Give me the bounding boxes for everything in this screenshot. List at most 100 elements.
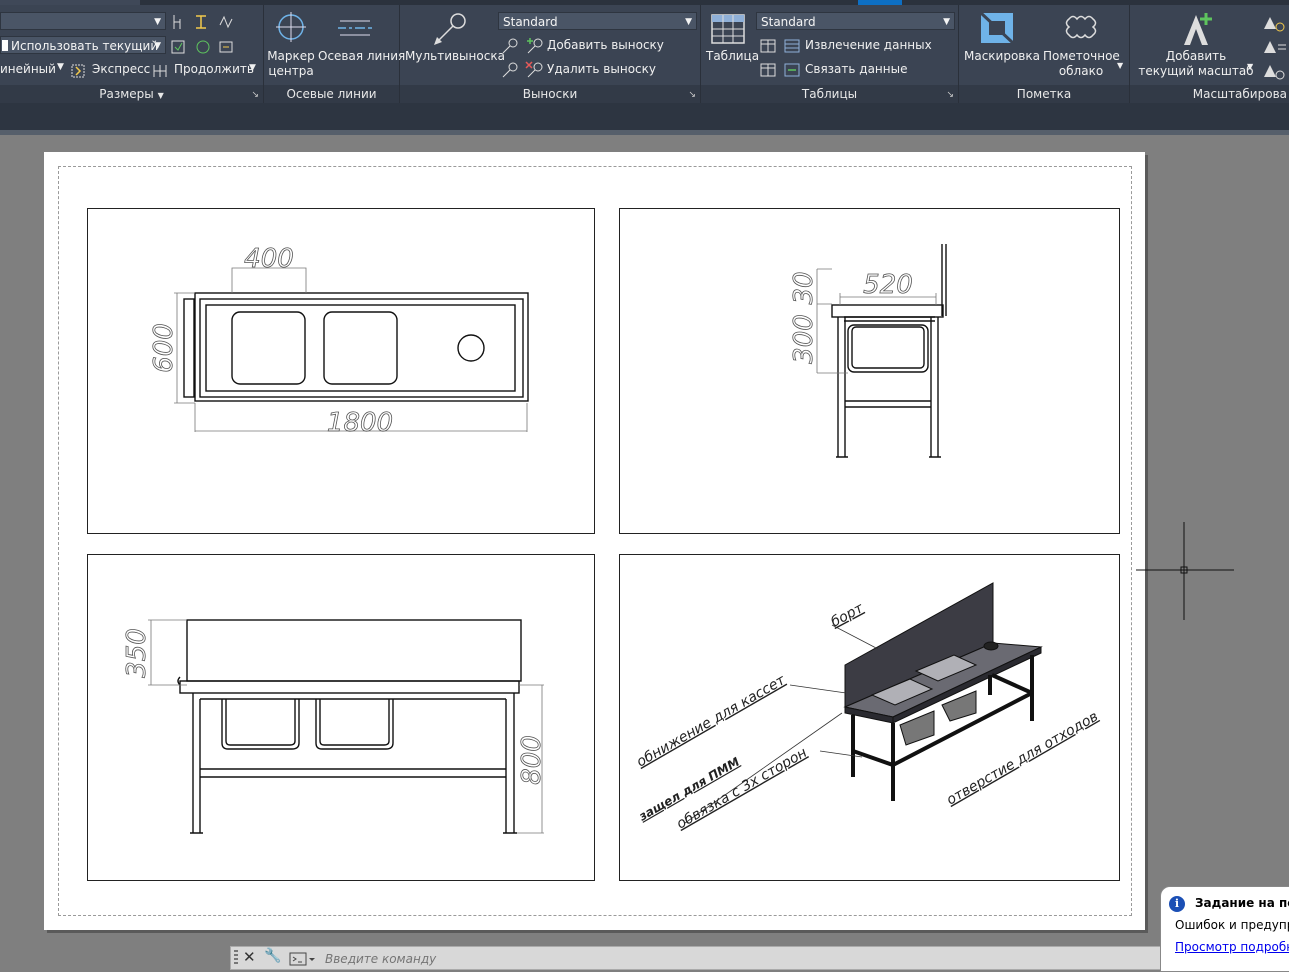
ribbon: ▼ Использовать текущий ▼ инейный ▼ Экспр… bbox=[0, 0, 1289, 103]
dim-1800-label: 1800 bbox=[327, 408, 393, 438]
chevron-down-icon: ▼ bbox=[943, 17, 950, 27]
centerlines-panel: Маркер центра Осевая линия Осевые линии bbox=[264, 5, 405, 103]
chevron-down-icon: ▼ bbox=[154, 41, 161, 51]
remove-leader-button[interactable]: Удалить выноску bbox=[547, 62, 656, 76]
scale-list-icon bbox=[1264, 41, 1286, 53]
markup-panel-title[interactable]: Пометка bbox=[959, 85, 1129, 103]
multileader-button[interactable]: Мультивыноска bbox=[405, 49, 505, 63]
dim-600-label: 600 bbox=[149, 323, 179, 373]
iso-label-cassette: обнижение для кассет bbox=[634, 672, 789, 771]
wrench-icon[interactable]: 🔧 bbox=[264, 948, 281, 964]
express-dimension-button[interactable]: Экспресс bbox=[92, 62, 150, 76]
table-style-dropdown[interactable]: Standard ▼ bbox=[756, 12, 955, 30]
viewport-top-view[interactable]: 400 1800 600 bbox=[87, 208, 595, 534]
centerline-icon bbox=[338, 20, 372, 36]
break-dimension-icon bbox=[196, 15, 206, 29]
multileader-icon bbox=[434, 13, 466, 45]
table-style-value: Standard bbox=[761, 15, 816, 29]
chevron-down-icon[interactable]: ▼ bbox=[57, 62, 64, 72]
align-leader-icon[interactable] bbox=[500, 61, 520, 79]
leaders-panel-title[interactable]: Выноски bbox=[400, 85, 700, 103]
chevron-down-icon[interactable]: ▼ bbox=[1247, 62, 1253, 71]
command-line: ✕ 🔧 bbox=[230, 946, 1172, 970]
centerlines-panel-title[interactable]: Осевые линии bbox=[264, 85, 399, 103]
dim-400-label: 400 bbox=[244, 244, 294, 274]
viewport-front-view[interactable]: 350 800 bbox=[87, 554, 595, 881]
multileader-style-dropdown[interactable]: Standard ▼ bbox=[498, 12, 697, 30]
panel-launcher-icon[interactable]: ↘ bbox=[688, 90, 696, 100]
viewport-divider bbox=[0, 130, 1289, 135]
front-view-drawing: 350 800 bbox=[122, 619, 547, 834]
chevron-down-icon[interactable]: ▼ bbox=[249, 63, 256, 73]
wipeout-button[interactable]: Маскировка bbox=[964, 49, 1040, 63]
continue-dimension-button[interactable]: Продолжить bbox=[174, 62, 254, 76]
link-data-icon bbox=[784, 63, 800, 77]
iso-waste-hole bbox=[983, 641, 999, 651]
dimension-tools-row1[interactable] bbox=[170, 13, 260, 31]
table-icon bbox=[711, 14, 745, 44]
revision-cloud-button[interactable]: Пометочное облако bbox=[1043, 49, 1120, 79]
close-icon[interactable]: ✕ bbox=[243, 948, 256, 966]
waste-hole bbox=[457, 334, 485, 362]
viewport-side-view[interactable]: 520 30 300 bbox=[619, 208, 1120, 534]
sink-bowl bbox=[323, 311, 398, 385]
sync-scale-icon bbox=[1264, 17, 1285, 32]
link-data-button[interactable]: Связать данные bbox=[805, 62, 907, 76]
front-backsplash bbox=[186, 619, 522, 682]
top-view-drawing: 400 1800 600 bbox=[149, 244, 529, 438]
leaders-panel: Мультивыноска Standard ▼ Добавить выноск… bbox=[400, 5, 701, 103]
add-current-scale-button[interactable]: Добавить текущий масштаб bbox=[1135, 49, 1257, 79]
notification-title: Задание на печа bbox=[1195, 896, 1289, 910]
dimensions-panel-title[interactable]: Размеры ▼ bbox=[0, 85, 263, 103]
table-tool-icon[interactable] bbox=[759, 37, 779, 55]
chevron-down-icon: ▼ bbox=[157, 91, 164, 100]
dimension-layer-dropdown[interactable]: Использовать текущий ▼ bbox=[0, 36, 166, 54]
annotation-scaling-panel-title[interactable]: Масштабирова bbox=[1130, 85, 1289, 103]
dim-520-label: 520 bbox=[863, 270, 913, 300]
data-extraction-button[interactable]: Извлечение данных bbox=[805, 38, 932, 52]
isometric-view-drawing: борт обнижение для кассет защел для ПММ … bbox=[634, 582, 1101, 832]
panel-launcher-icon[interactable]: ↘ bbox=[251, 90, 259, 100]
dim-800-label: 800 bbox=[517, 735, 547, 785]
chevron-down-icon: ▼ bbox=[154, 17, 161, 27]
command-prompt-icon[interactable] bbox=[289, 951, 317, 967]
dimension-style-dropdown[interactable]: ▼ bbox=[0, 12, 166, 30]
inspect-icon bbox=[171, 40, 185, 54]
dim-30-label: 30 bbox=[789, 271, 819, 304]
side-sink-bowl bbox=[847, 324, 929, 373]
sink-bowl bbox=[231, 311, 306, 385]
add-scale-icon bbox=[1184, 13, 1212, 45]
viewport-isometric-view[interactable]: борт обнижение для кассет защел для ПММ … bbox=[619, 554, 1120, 881]
jog-line-icon bbox=[219, 15, 233, 29]
dimensions-panel: ▼ Использовать текущий ▼ инейный ▼ Экспр… bbox=[0, 5, 264, 103]
front-tabletop bbox=[179, 680, 520, 694]
plot-job-notification[interactable]: i Задание на печа Ошибок и предупре Прос… bbox=[1160, 886, 1289, 972]
scale-tools-column[interactable] bbox=[1260, 15, 1289, 85]
side-view-drawing: 520 30 300 bbox=[789, 244, 947, 458]
file-tabs-bar bbox=[0, 103, 1289, 130]
add-leader-icon bbox=[527, 38, 543, 54]
dimension-tools-row2[interactable] bbox=[170, 38, 260, 56]
crosshair-cursor-icon bbox=[1136, 522, 1234, 620]
linear-dimension-button[interactable]: инейный bbox=[0, 62, 56, 76]
chevron-down-icon[interactable]: ▼ bbox=[1117, 61, 1123, 70]
iso-label-hole: отверстие для отходов bbox=[944, 709, 1101, 809]
tables-panel-title[interactable]: Таблицы bbox=[701, 85, 958, 103]
grip-handle-icon[interactable] bbox=[234, 950, 238, 966]
table-button[interactable]: Таблица bbox=[706, 49, 759, 63]
leader-extra-icon[interactable] bbox=[500, 37, 520, 55]
wipeout-icon bbox=[979, 11, 1015, 45]
center-mark-button[interactable]: Маркер центра bbox=[264, 49, 318, 79]
panel-launcher-icon[interactable]: ↘ bbox=[946, 90, 954, 100]
table-top-outline bbox=[194, 292, 529, 402]
table-export-icon[interactable] bbox=[759, 61, 779, 79]
annotation-scaling-panel: Добавить текущий масштаб ▼ Масштабирова bbox=[1130, 5, 1289, 103]
centerline-button[interactable]: Осевая линия bbox=[318, 49, 405, 63]
notification-details-link[interactable]: Просмотр подробно bbox=[1175, 940, 1289, 954]
layer-color-swatch bbox=[2, 40, 8, 51]
adjust-space-icon bbox=[173, 15, 181, 29]
command-input[interactable] bbox=[323, 950, 1147, 968]
add-leader-button[interactable]: Добавить выноску bbox=[547, 38, 664, 52]
reassociate-icon bbox=[219, 41, 233, 53]
data-extraction-icon bbox=[784, 39, 800, 53]
